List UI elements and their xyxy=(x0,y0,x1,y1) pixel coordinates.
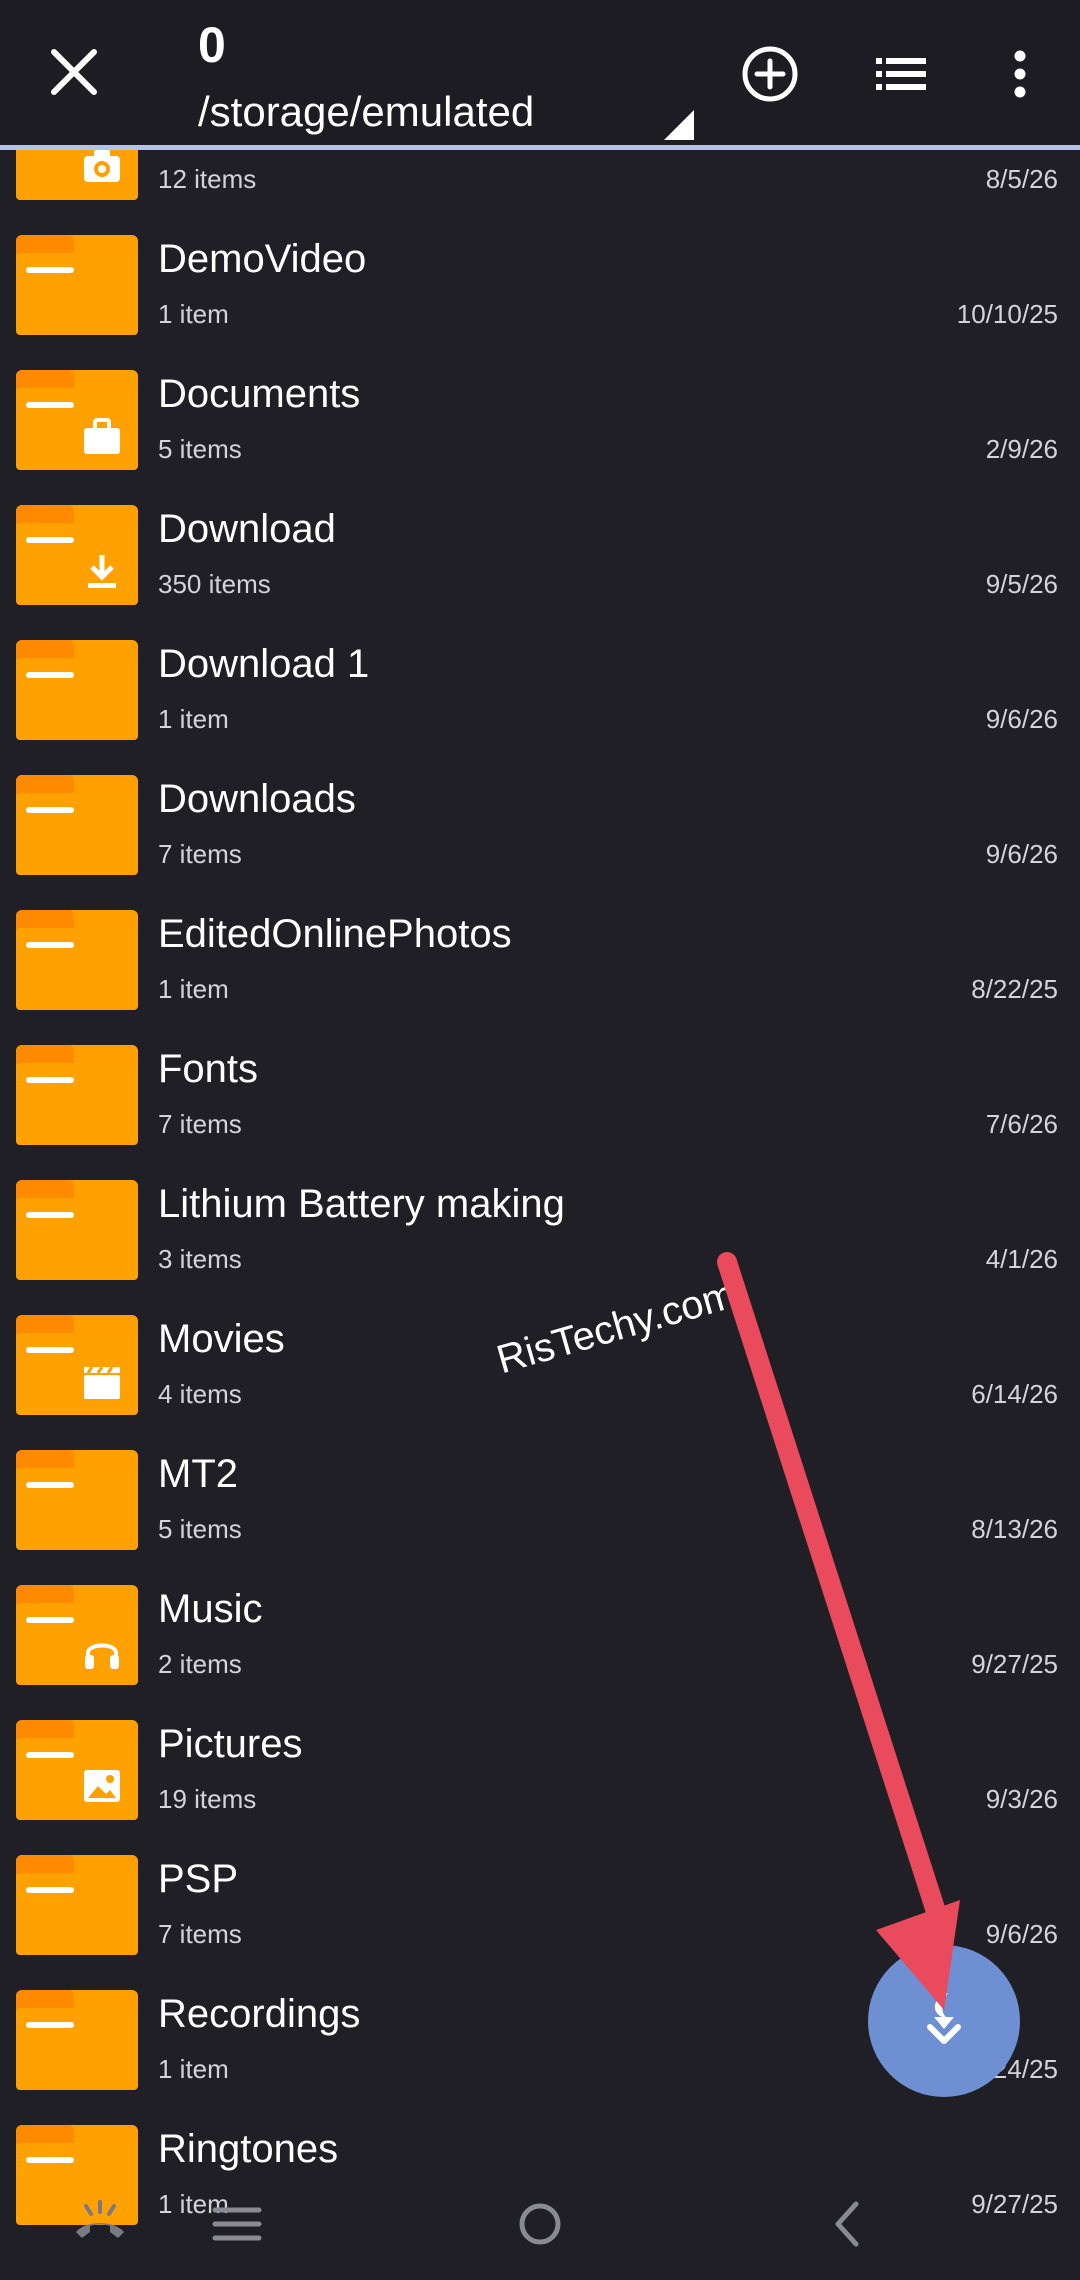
folder-date: 6/14/26 xyxy=(971,1379,1058,1409)
folder-date: 9/27/25 xyxy=(971,1649,1058,1679)
folder-name: Download 1 xyxy=(158,642,370,686)
camera-icon xyxy=(80,150,124,188)
folder-name: Ringtones xyxy=(158,2127,339,2171)
folder-name: EditedOnlinePhotos xyxy=(158,912,512,956)
path-dropdown-icon[interactable] xyxy=(664,110,694,140)
folder-icon xyxy=(16,775,138,875)
folder-item-count: 19 items xyxy=(158,1784,257,1814)
more-vert-icon[interactable] xyxy=(988,42,1052,106)
folder-date: 8/22/25 xyxy=(971,974,1058,1004)
system-nav-bar xyxy=(0,2170,1080,2280)
folder-name: Download xyxy=(158,507,336,551)
folder-name: Music xyxy=(158,1587,263,1631)
folder-date: 9/6/26 xyxy=(985,1919,1058,1949)
folder-item-count: 12 items xyxy=(158,164,257,194)
folder-name: DemoVideo xyxy=(158,237,367,281)
folder-name: MT2 xyxy=(158,1452,238,1496)
folder-name: Lithium Battery making xyxy=(158,1182,565,1226)
folder-date: 4/1/26 xyxy=(985,1244,1058,1274)
folder-date: 9/5/26 xyxy=(985,569,1058,599)
top-app-bar: 0 /storage/emulated xyxy=(0,0,1080,150)
folder-row[interactable]: Pictures 19 items 9/3/26 xyxy=(0,1702,1080,1837)
clapper-icon xyxy=(80,1359,124,1403)
folder-date: 8/13/26 xyxy=(971,1514,1058,1544)
folder-row[interactable]: DemoVideo 1 item 10/10/25 xyxy=(0,217,1080,352)
headphones-icon xyxy=(80,1629,124,1673)
folder-name: Pictures xyxy=(158,1722,303,1766)
folder-item-count: 1 item xyxy=(158,299,229,329)
folder-icon xyxy=(16,370,138,470)
folder-name: Fonts xyxy=(158,1047,259,1091)
download-icon xyxy=(912,1987,976,2056)
folder-date: 9/6/26 xyxy=(985,839,1058,869)
back-icon[interactable] xyxy=(816,2192,880,2256)
close-icon[interactable] xyxy=(44,42,104,102)
folder-date: 9/3/26 xyxy=(985,1784,1058,1814)
folder-icon xyxy=(16,235,138,335)
recents-icon[interactable] xyxy=(205,2192,269,2256)
folder-icon xyxy=(16,505,138,605)
folder-item-count: 5 items xyxy=(158,1514,242,1544)
folder-icon xyxy=(16,1045,138,1145)
folder-row[interactable]: Fonts 7 items 7/6/26 xyxy=(0,1027,1080,1162)
image-icon xyxy=(80,1764,124,1808)
home-icon[interactable] xyxy=(508,2192,572,2256)
folder-icon xyxy=(16,1855,138,1955)
folder-row[interactable]: Music 2 items 9/27/25 xyxy=(0,1567,1080,1702)
folder-icon xyxy=(16,1990,138,2090)
add-circle-icon[interactable] xyxy=(738,42,802,106)
download-icon xyxy=(80,549,124,593)
list-view-icon[interactable] xyxy=(870,42,934,106)
folder-row[interactable]: Lithium Battery making 3 items 4/1/26 xyxy=(0,1162,1080,1297)
folder-icon xyxy=(16,640,138,740)
folder-row[interactable]: Download 350 items 9/5/26 xyxy=(0,487,1080,622)
folder-row[interactable]: Downloads 7 items 9/6/26 xyxy=(0,757,1080,892)
folder-icon xyxy=(16,1315,138,1415)
folder-item-count: 7 items xyxy=(158,1109,242,1139)
folder-date: 2/9/26 xyxy=(985,434,1058,464)
progress-line xyxy=(0,145,1080,150)
folder-name: Movies xyxy=(158,1317,285,1361)
folder-row[interactable]: Download 1 1 item 9/6/26 xyxy=(0,622,1080,757)
folder-item-count: 1 item xyxy=(158,704,229,734)
folder-row[interactable]: EditedOnlinePhotos 1 item 8/22/25 xyxy=(0,892,1080,1027)
folder-date: 7/6/26 xyxy=(985,1109,1058,1139)
folder-item-count: 2 items xyxy=(158,1649,242,1679)
call-end-icon[interactable] xyxy=(68,2192,132,2256)
folder-item-count: 3 items xyxy=(158,1244,242,1274)
folder-icon xyxy=(16,1450,138,1550)
folder-name: Recordings xyxy=(158,1992,361,2036)
folder-item-count: 5 items xyxy=(158,434,242,464)
folder-item-count: 4 items xyxy=(158,1379,242,1409)
folder-icon xyxy=(16,1720,138,1820)
current-path[interactable]: /storage/emulated xyxy=(198,88,534,136)
briefcase-icon xyxy=(80,414,124,458)
folder-item-count: 7 items xyxy=(158,1919,242,1949)
folder-row[interactable]: DCIM12 items8/5/26 xyxy=(0,150,1080,217)
folder-date: 9/6/26 xyxy=(985,704,1058,734)
folder-icon xyxy=(16,150,138,200)
folder-icon xyxy=(16,910,138,1010)
folder-date: 8/5/26 xyxy=(985,164,1058,194)
selection-count: 0 xyxy=(198,17,226,73)
download-fab[interactable] xyxy=(868,1945,1020,2097)
folder-date: 10/10/25 xyxy=(956,299,1058,329)
folder-icon xyxy=(16,1180,138,1280)
folder-item-count: 1 item xyxy=(158,2054,229,2084)
folder-row[interactable]: Documents 5 items 2/9/26 xyxy=(0,352,1080,487)
folder-row[interactable]: MT2 5 items 8/13/26 xyxy=(0,1432,1080,1567)
folder-icon xyxy=(16,1585,138,1685)
folder-name: Documents xyxy=(158,372,361,416)
folder-item-count: 1 item xyxy=(158,974,229,1004)
folder-name: PSP xyxy=(158,1857,239,1901)
folder-item-count: 7 items xyxy=(158,839,242,869)
folder-item-count: 350 items xyxy=(158,569,271,599)
folder-name: Downloads xyxy=(158,777,356,821)
